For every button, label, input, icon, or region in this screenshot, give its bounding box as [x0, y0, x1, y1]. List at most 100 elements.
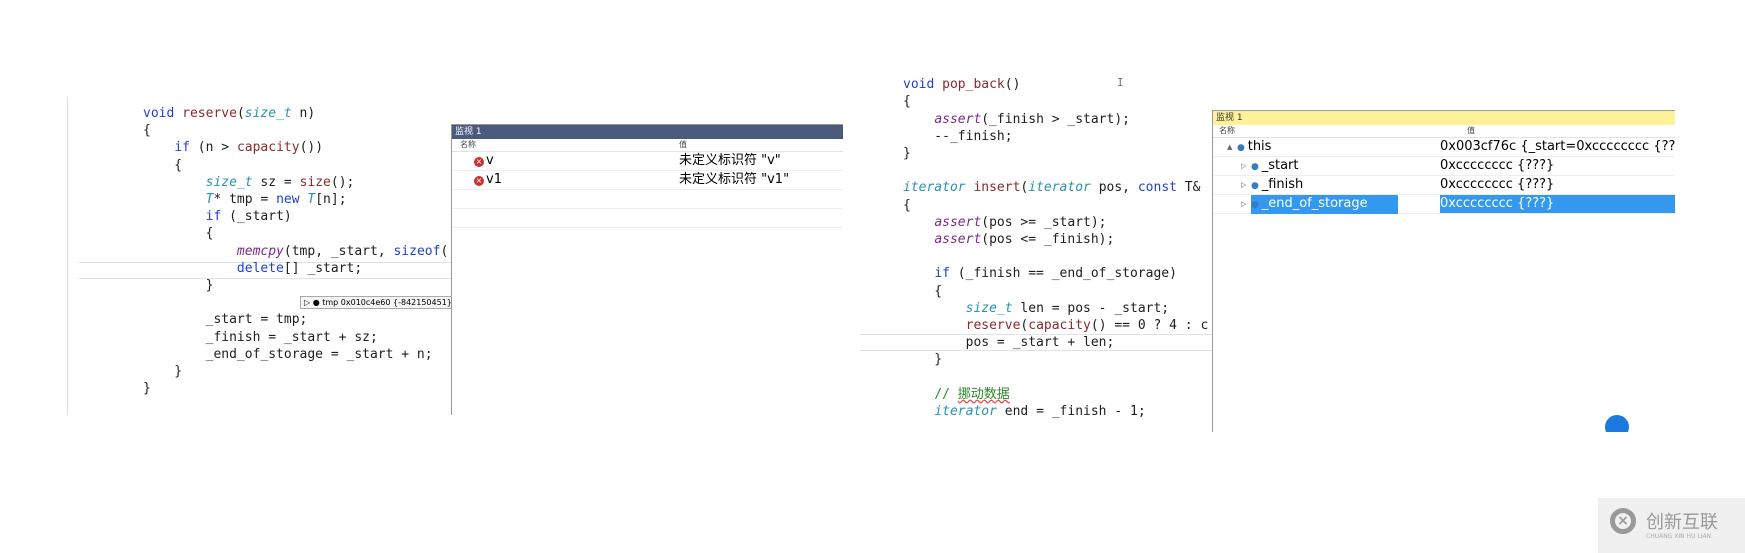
expand-icon[interactable]: ▷ [1241, 157, 1246, 175]
code-token: (_finish > _start); [981, 111, 1130, 127]
code-line: } [143, 277, 448, 294]
code-token: size_t [244, 106, 292, 121]
code-token: [] _start; [283, 260, 363, 276]
watch-row[interactable]: ▷ ● _end_of_storage 0xcccccccc {???} [1213, 195, 1675, 214]
code-token: } [143, 364, 183, 380]
error-icon: × [474, 176, 484, 186]
code-token: const [1137, 180, 1177, 196]
watch-row[interactable]: ▷ ● _start 0xcccccccc {???} [1213, 157, 1675, 176]
watch-row-empty[interactable] [452, 209, 843, 228]
left-editor: void reserve(size_t n){ if (n > capacity… [60, 97, 843, 415]
text-cursor-icon: I [1117, 76, 1124, 89]
code-token: pos, [1090, 180, 1138, 196]
watch-name: _end_of_storage [1261, 196, 1368, 211]
code-line: _start = tmp; [143, 311, 448, 328]
code-line: { [903, 283, 1208, 300]
code-token: { [143, 226, 214, 242]
watch-value: 0xcccccccc {???} [1440, 195, 1675, 213]
code-line: --_finish; [903, 128, 1208, 145]
code-editor[interactable]: -void pop_back(){ assert(_finish > _star… [903, 70, 1208, 420]
code-token: reserve [182, 106, 237, 121]
watch-value: 未定义标识符 "v" [679, 153, 781, 168]
code-line: if (_finish == _end_of_storage) [903, 265, 1208, 282]
code-line: assert(pos <= _finish); [903, 231, 1208, 248]
blue-circle-icon [1605, 415, 1629, 432]
code-token: } [903, 352, 943, 368]
code-line: { [903, 197, 1208, 214]
code-line: reserve(capacity() == 0 ? 4 : c [903, 317, 1209, 334]
code-token: - [903, 70, 911, 75]
code-token: if [205, 209, 222, 225]
brand-en: CHUANG XIN HU LIAN [1646, 533, 1712, 540]
code-token: (pos >= _start); [981, 214, 1107, 230]
code-line: pos = _start + len; [903, 334, 1208, 351]
code-token: assert [934, 111, 982, 127]
code-line: iterator end = _finish - 1; [903, 403, 1208, 420]
code-token: sizeof [393, 243, 441, 259]
watch-value: 未定义标识符 "v1" [679, 172, 790, 187]
code-token: iterator [903, 180, 966, 196]
code-line: } [903, 145, 1208, 162]
code-line: { [143, 225, 448, 242]
watch-row-empty[interactable] [452, 190, 843, 209]
code-token: void [143, 106, 183, 121]
code-token: capacity [236, 140, 300, 156]
code-line: _end_of_storage = _start + n; [143, 346, 448, 363]
code-token: memcpy [236, 243, 284, 259]
watch-row[interactable]: × v1 未定义标识符 "v1" [452, 171, 843, 190]
code-token: iterator [1028, 180, 1091, 196]
code-token: // [903, 386, 958, 402]
code-token: (tmp, _start, [283, 243, 394, 259]
code-token: (_start) [221, 209, 292, 225]
code-line: void reserve(size_t n) [143, 105, 448, 122]
code-token: --_finish; [903, 128, 1013, 144]
code-line: void pop_back() [903, 76, 1208, 93]
watch-row[interactable]: ▲ ● this 0x003cf76c {_start=0xcccccccc {??… [1213, 138, 1675, 157]
col-name: 名称 [1219, 126, 1235, 135]
code-token: pos = _start + len; [903, 335, 1115, 351]
code-token: 挪动数据 [957, 386, 1010, 402]
code-token: iterator [934, 404, 997, 420]
code-line: } [903, 351, 1208, 368]
code-token: ( [440, 243, 449, 259]
code-token: size [299, 174, 331, 190]
watermark-logo-icon: × [1610, 508, 1636, 534]
code-token: _end_of_storage = _start + n; [143, 346, 433, 362]
code-line: if (n > capacity()) [143, 139, 448, 156]
code-token: size_t [965, 300, 1013, 316]
watch-title: 监视 1 [452, 125, 843, 139]
code-line: // 挪动数据 [903, 386, 1208, 403]
watch-name: _finish [1261, 177, 1304, 192]
watch-window-right[interactable]: 监视 1 名称 值 ▲ ● this 0x003cf76c {_start=0xccc… [1212, 110, 1675, 432]
code-editor[interactable]: void reserve(size_t n){ if (n > capacity… [143, 105, 448, 397]
expand-icon[interactable]: ▷ [1241, 195, 1246, 213]
code-token: (); [330, 174, 355, 190]
code-token: capacity [1028, 318, 1091, 334]
code-line: assert(_finish > _start); [903, 111, 1208, 128]
code-token: n) [291, 106, 316, 121]
watch-window-left[interactable]: 监视 1 名称 值 × v 未定义标识符 "v" × v1 未定义标识符 "v1" [451, 124, 843, 415]
code-token: (pos <= _finish); [981, 232, 1115, 248]
code-token: insert [973, 180, 1021, 196]
datatip-name: tmp [322, 298, 339, 307]
datatip[interactable]: ▷ ● tmp 0x010c4e60 {-842150451} ▫ [300, 296, 464, 309]
watch-name: _start [1261, 158, 1299, 173]
collapse-icon[interactable]: ▲ [1227, 138, 1232, 156]
watch-row[interactable]: × v 未定义标识符 "v" [452, 152, 843, 171]
code-line: { [903, 93, 1208, 110]
gutter [67, 97, 68, 415]
watch-row[interactable]: ▷ ● _finish 0xcccccccc {???} [1213, 176, 1675, 195]
expand-icon[interactable]: ▷ [1241, 176, 1246, 194]
code-line: delete[] _start; [143, 260, 448, 277]
code-token: delete [236, 260, 284, 276]
code-token: reserve [965, 318, 1021, 334]
